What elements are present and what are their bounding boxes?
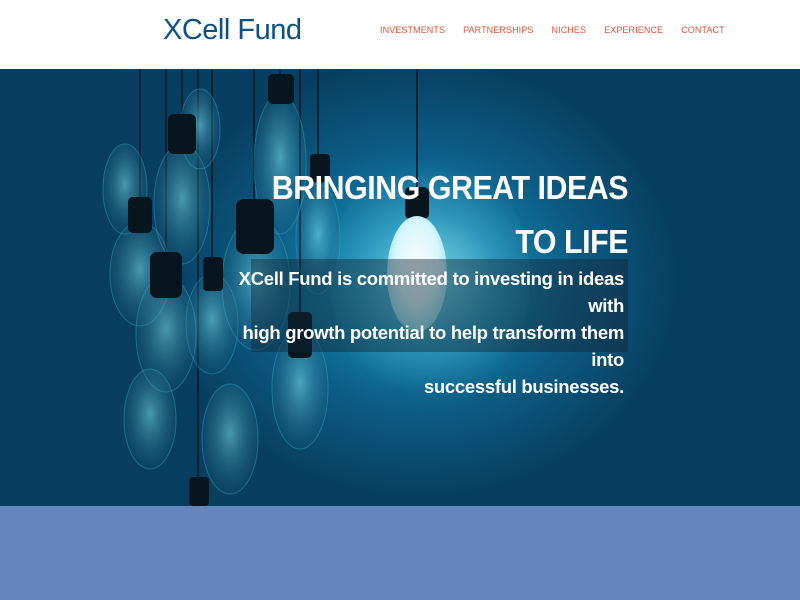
hero-banner: BRINGING GREAT IDEAS TO LIFE XCell Fund … [0, 69, 800, 506]
hero-subtext-line1: XCell Fund is committed to investing in … [238, 268, 625, 316]
nav-contact[interactable]: CONTACT [681, 25, 725, 35]
nav-experience[interactable]: EXPERIENCE [604, 25, 663, 35]
hero-subtext-line3: successful businesses. [423, 376, 624, 397]
logo[interactable]: XCell Fund [163, 14, 302, 47]
hero-headline-line1: BRINGING GREAT IDEAS [271, 169, 629, 206]
hero-subtext: XCell Fund is committed to investing in … [224, 265, 625, 400]
hero-headline: BRINGING GREAT IDEAS TO LIFE [242, 161, 629, 269]
page: XCell Fund INVESTMENTS PARTNERSHIPS NICH… [0, 0, 800, 600]
hero-subtext-line2: high growth potential to help transform … [242, 322, 625, 370]
main-nav: INVESTMENTS PARTNERSHIPS NICHES EXPERIEN… [380, 25, 725, 35]
nav-partnerships[interactable]: PARTNERSHIPS [463, 25, 533, 35]
site-header: XCell Fund INVESTMENTS PARTNERSHIPS NICH… [0, 0, 800, 69]
nav-niches[interactable]: NICHES [552, 25, 587, 35]
content-band [0, 506, 800, 600]
nav-investments[interactable]: INVESTMENTS [380, 25, 445, 35]
